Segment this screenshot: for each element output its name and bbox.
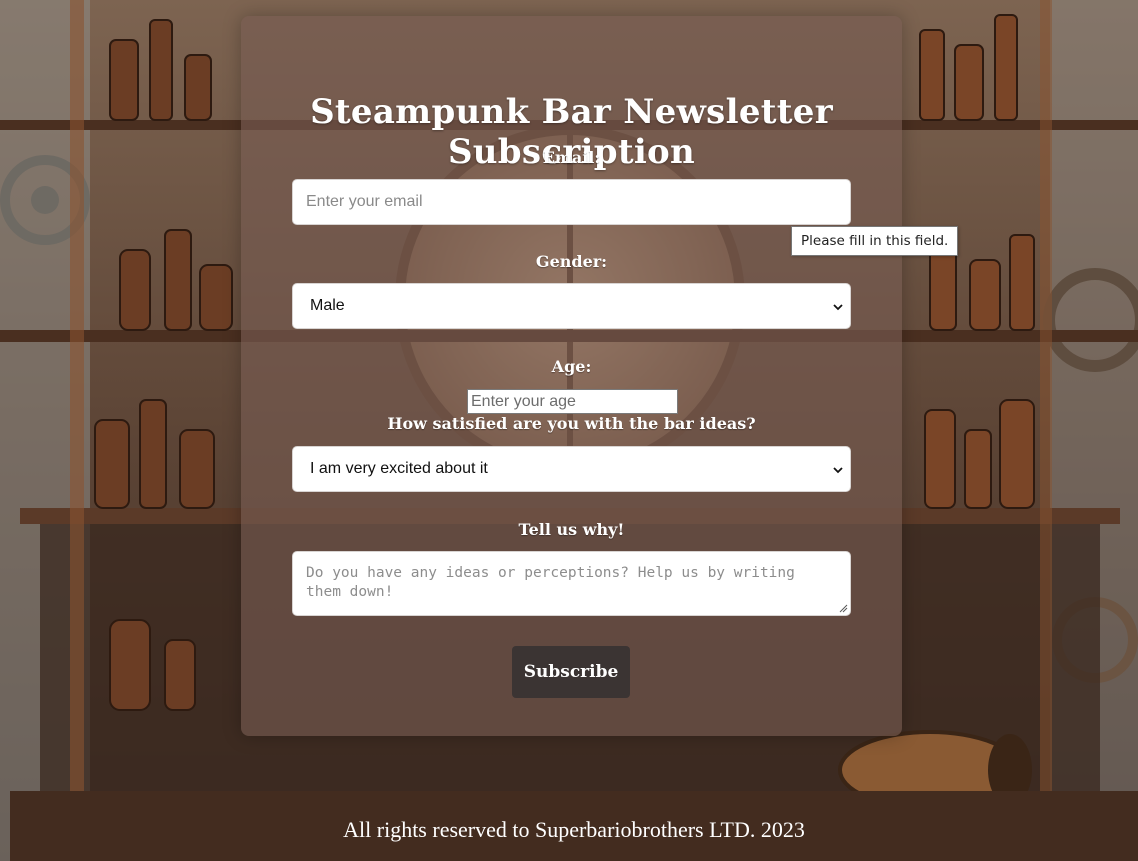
gender-selected-value: Male [310,297,345,314]
satisfaction-label: How satisfied are you with the bar ideas… [387,414,756,433]
email-input[interactable] [292,179,851,225]
resize-grip-icon[interactable] [839,604,848,613]
validation-tooltip: Please fill in this field. [791,226,959,256]
footer-copyright: All rights reserved to Superbariobrother… [343,817,805,842]
satisfaction-select[interactable]: I am very excited about it [292,446,851,492]
footer: All rights reserved to Superbariobrother… [10,791,1138,861]
why-label: Tell us why! [518,520,625,539]
subscribe-button[interactable]: Subscribe [512,646,630,698]
gender-select[interactable]: Male [292,283,851,329]
why-textarea[interactable] [292,551,851,616]
satisfaction-selected-value: I am very excited about it [310,460,488,477]
age-input[interactable] [467,389,678,414]
age-label: Age: [551,357,592,376]
email-label: Email: [542,148,601,167]
subscription-form-card: Steampunk Bar Newsletter Subscription Em… [241,16,902,736]
